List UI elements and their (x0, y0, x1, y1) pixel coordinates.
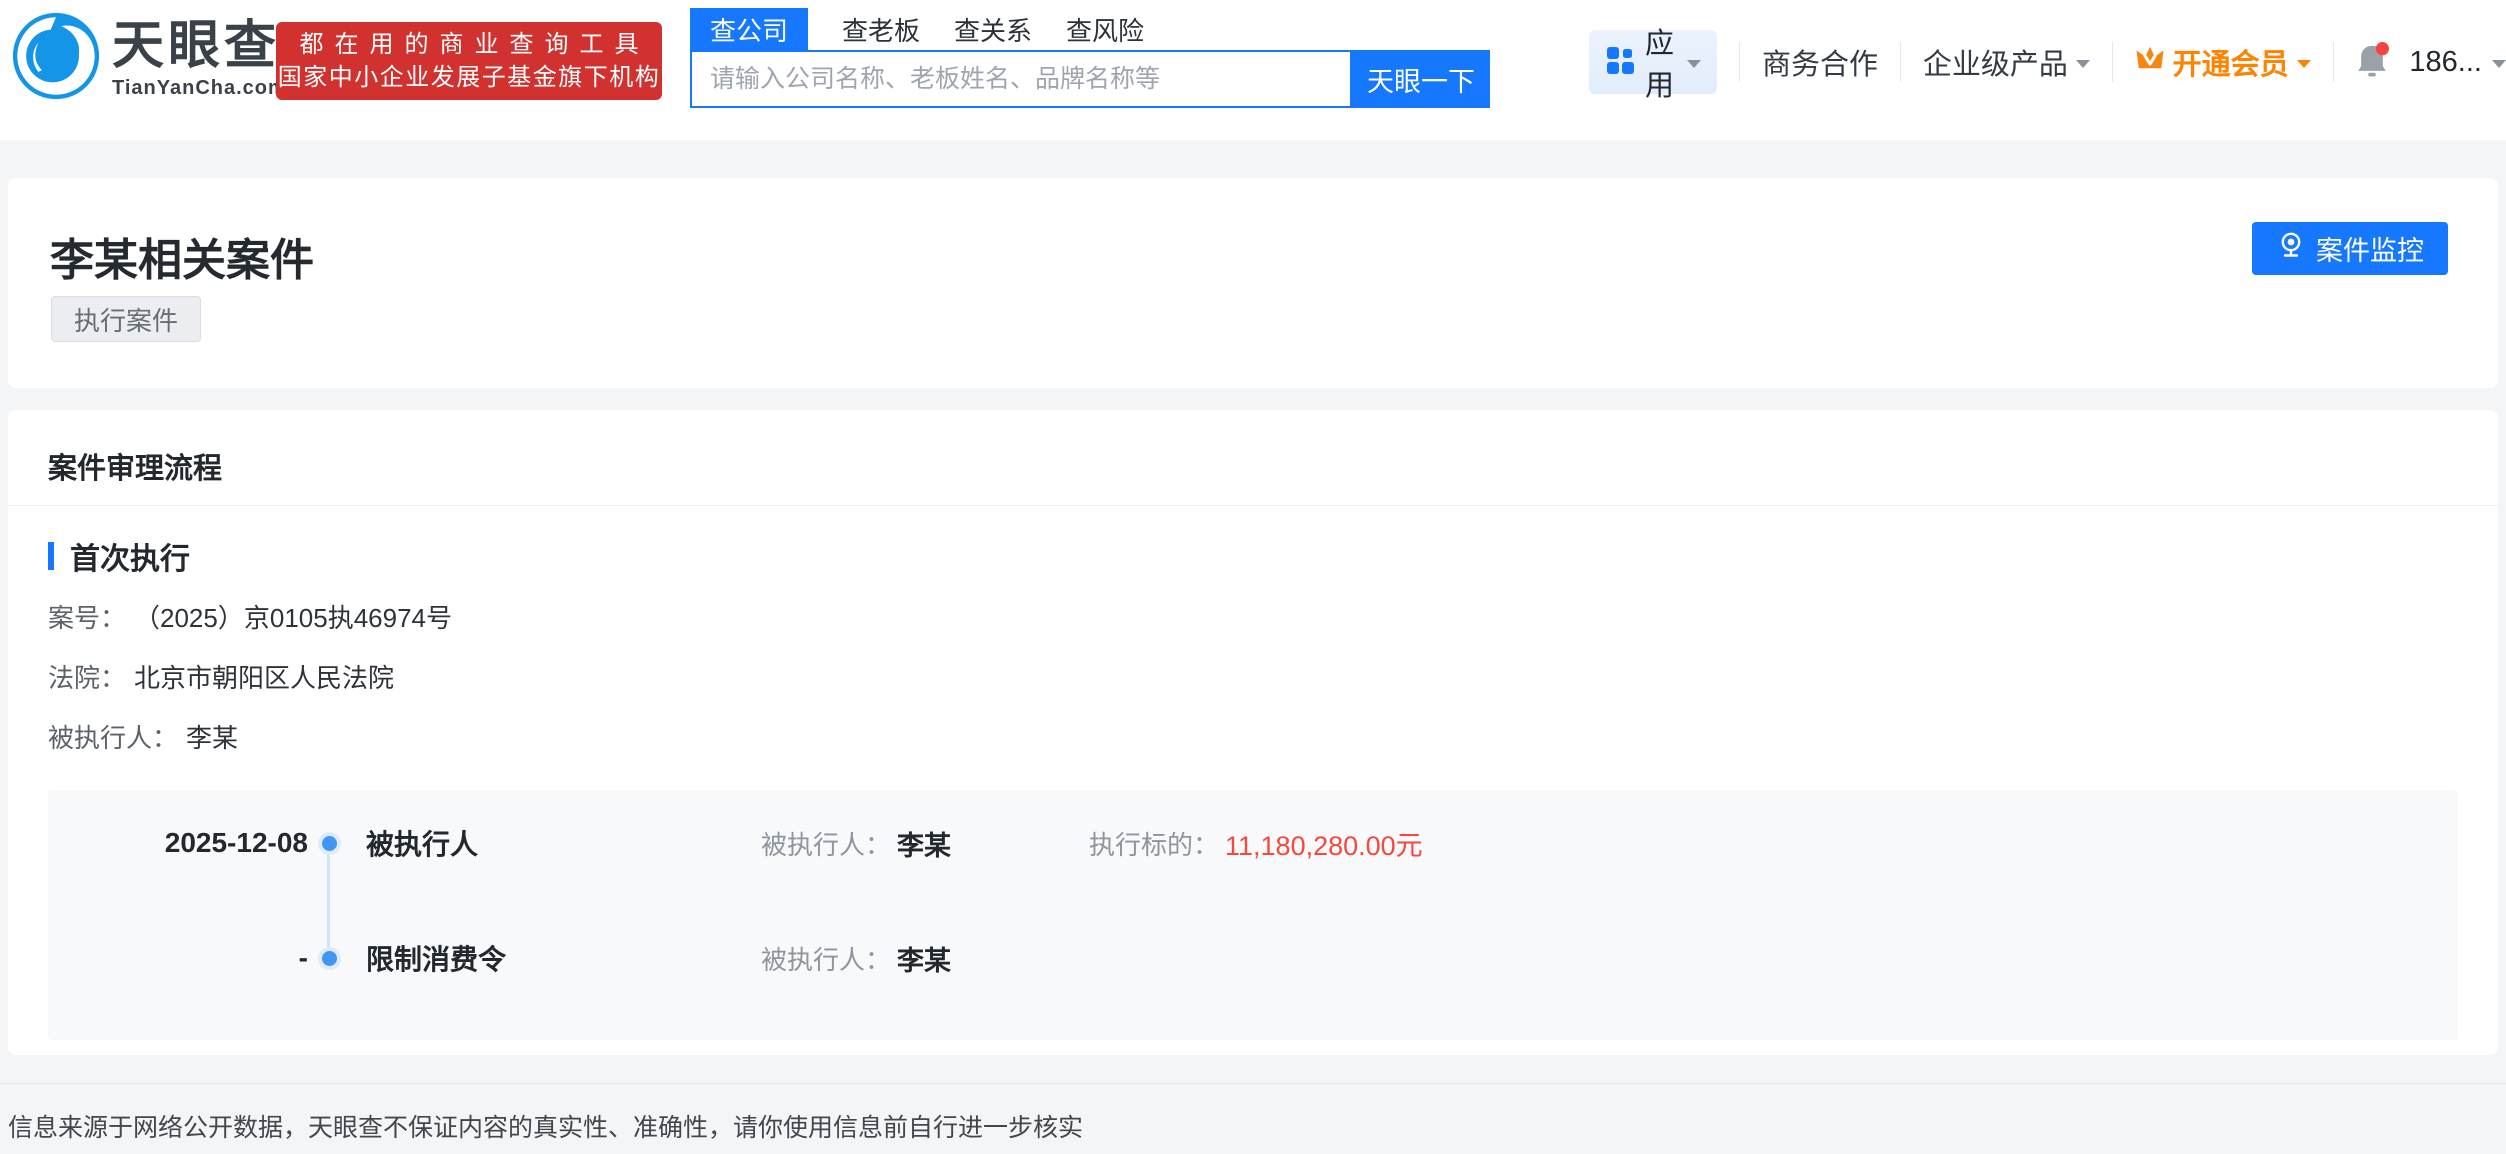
promo-line2: 国家中小企业发展子基金旗下机构 (278, 62, 661, 94)
nav-divider (2112, 42, 2113, 82)
search-tab-company[interactable]: 查公司 (690, 8, 808, 50)
field-executee: 被执行人： 李某 (48, 718, 452, 778)
nav-business-cooperation[interactable]: 商务合作 (1762, 41, 1878, 83)
timeline-person-label: 被执行人： (761, 940, 891, 977)
field-case-number: 案号： （2025）京0105执46974号 (48, 598, 452, 658)
field-label: 被执行人： (48, 718, 178, 755)
tianyancha-logo[interactable]: 天眼查 TianYanCha.com (12, 12, 287, 105)
case-title-card: 李某相关案件 执行案件 案件监控 (8, 178, 2498, 388)
user-phone-label: 186... (2409, 46, 2482, 79)
chevron-down-icon (2492, 60, 2506, 68)
enterprise-label: 企业级产品 (1923, 41, 2068, 83)
case-monitor-button[interactable]: 案件监控 (2252, 222, 2448, 275)
timeline-row-executee: 2025-12-08 被执行人 被执行人： 李某 执行标的： 11,180,28… (48, 790, 2458, 896)
search-area: 查公司 查老板 查关系 查风险 天眼一下 (690, 8, 1490, 108)
search-tabs: 查公司 查老板 查关系 查风险 (690, 8, 1490, 50)
logo-domain-text: TianYanCha.com (112, 77, 287, 100)
field-value: （2025）京0105执46974号 (134, 598, 452, 635)
field-value: 北京市朝阳区人民法院 (134, 658, 394, 695)
timeline-target-pair: 执行标的： 11,180,280.00元 (1089, 824, 1423, 863)
timeline-title: 被执行人 (350, 823, 761, 863)
footer-disclaimer: 信息来源于网络公开数据，天眼查不保证内容的真实性、准确性，请你使用信息前自行进一… (8, 1108, 1083, 1144)
bell-icon (2355, 41, 2389, 84)
timeline-person-pair: 被执行人： 李某 (761, 824, 1089, 863)
search-button[interactable]: 天眼一下 (1352, 50, 1490, 108)
apps-menu[interactable]: 应用 (1589, 30, 1717, 94)
timeline-dot-cell (308, 951, 350, 966)
timeline-title: 限制消费令 (350, 938, 761, 978)
nav-open-vip[interactable]: 开通会员 (2135, 41, 2311, 83)
promo-line1: 都在用的商业查询工具 (300, 28, 650, 62)
timeline-person-value: 李某 (897, 939, 951, 978)
nav-divider (2333, 42, 2334, 82)
field-court: 法院： 北京市朝阳区人民法院 (48, 658, 452, 718)
stage-header: 首次执行 (48, 534, 190, 578)
page-title: 李某相关案件 (50, 224, 314, 288)
search-input-wrap (690, 50, 1352, 108)
timeline-dot-icon (322, 951, 337, 966)
timeline-date: 2025-12-08 (48, 827, 308, 859)
search-input[interactable] (692, 52, 1350, 106)
footer-divider (0, 1083, 2506, 1084)
chevron-down-icon (2297, 60, 2311, 68)
timeline-dot-cell (308, 836, 350, 851)
timeline-row-consumption-restriction: - 限制消费令 被执行人： 李某 (48, 896, 2458, 1020)
nav-divider (1900, 42, 1901, 82)
stage-accent-bar (48, 542, 54, 570)
tianyancha-logo-icon (12, 12, 100, 105)
chevron-down-icon (2076, 60, 2090, 68)
top-header: 天眼查 TianYanCha.com 都在用的商业查询工具 国家中小企业发展子基… (0, 0, 2506, 140)
monitor-camera-icon (2276, 230, 2306, 267)
crown-icon (2135, 44, 2165, 80)
timeline-person-value: 李某 (897, 824, 951, 863)
chevron-down-icon (1687, 60, 1701, 68)
case-fields: 案号： （2025）京0105执46974号 法院： 北京市朝阳区人民法院 被执… (48, 598, 452, 778)
timeline-person-pair: 被执行人： 李某 (761, 939, 1089, 978)
nav-enterprise-products[interactable]: 企业级产品 (1923, 41, 2090, 83)
search-tab-risk[interactable]: 查风险 (1066, 8, 1144, 50)
vip-label: 开通会员 (2173, 41, 2289, 83)
apps-label: 应用 (1645, 20, 1677, 104)
logo-brand-text: 天眼查 (112, 17, 287, 75)
user-account-menu[interactable]: 186... (2409, 46, 2506, 79)
timeline-target-amount: 11,180,280.00元 (1225, 824, 1423, 863)
case-process-card: 案件审理流程 首次执行 案号： （2025）京0105执46974号 法院： 北… (8, 410, 2498, 1055)
stage-title: 首次执行 (70, 534, 190, 578)
search-tab-boss[interactable]: 查老板 (842, 8, 920, 50)
timeline-target-label: 执行标的： (1089, 825, 1219, 862)
timeline-person-label: 被执行人： (761, 825, 891, 862)
field-value: 李某 (186, 718, 238, 755)
timeline-box: 2025-12-08 被执行人 被执行人： 李某 执行标的： 11,180,28… (48, 790, 2458, 1040)
case-type-tag[interactable]: 执行案件 (51, 296, 201, 342)
case-monitor-label: 案件监控 (2316, 229, 2424, 268)
section-title: 案件审理流程 (48, 445, 222, 487)
section-divider (8, 505, 2498, 506)
field-label: 案号： (48, 598, 126, 635)
header-nav: 应用 商务合作 企业级产品 开通会员 (1589, 30, 2506, 94)
search-tab-relation[interactable]: 查关系 (954, 8, 1032, 50)
promo-banner: 都在用的商业查询工具 国家中小企业发展子基金旗下机构 (276, 22, 662, 100)
timeline-dot-icon (322, 836, 337, 851)
timeline-date: - (48, 942, 308, 974)
nav-divider (1739, 42, 1740, 82)
apps-grid-icon (1605, 45, 1635, 80)
field-label: 法院： (48, 658, 126, 695)
notification-bell[interactable] (2355, 41, 2389, 84)
